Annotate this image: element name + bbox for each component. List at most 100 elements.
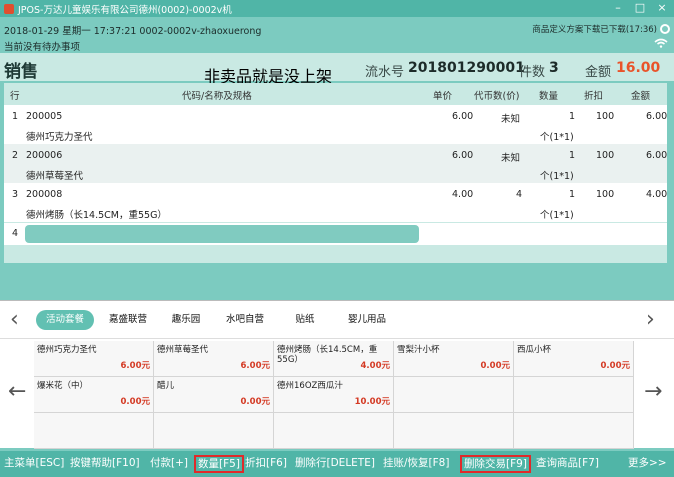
product-name: 德州巧克力圣代 (37, 345, 97, 355)
tab-category-5[interactable]: 贴纸 (282, 310, 328, 330)
col-qty: 数量 (539, 91, 559, 102)
row-code: 200006 (26, 150, 63, 161)
product-name: 德州16OZ西瓜汁 (277, 381, 343, 391)
product-price: 10.00元 (354, 397, 390, 407)
row-no: 4 (12, 228, 19, 239)
category-prev-icon[interactable]: ‹ (10, 307, 19, 332)
product-tile-empty[interactable] (394, 413, 514, 449)
row-price: 6.00 (452, 111, 474, 122)
row-name: 德州巧克力圣代 (26, 132, 93, 143)
product-tile-empty[interactable] (514, 377, 634, 413)
row-discount: 100 (596, 111, 615, 122)
minimize-button[interactable]: – (612, 1, 624, 15)
product-name: 爆米花（中） (37, 381, 89, 391)
hold-resume-button[interactable]: 挂账/恢复[F8] (381, 455, 451, 473)
total-amount-label: 金额 (585, 65, 612, 80)
row-qty: 1 (569, 150, 576, 161)
row-price: 6.00 (452, 150, 474, 161)
product-price: 0.00元 (600, 361, 630, 371)
more-button[interactable]: 更多>> (626, 455, 669, 473)
tab-category-1[interactable]: 活动套餐 (36, 310, 94, 330)
table-row[interactable]: 3 200008 德州烤肠（长14.5CM，重55G） 4.00 4 1 个(1… (4, 183, 667, 222)
product-tile-empty[interactable] (394, 377, 514, 413)
todo-status: 当前没有待办事项 (4, 42, 81, 53)
product-tile[interactable]: 爆米花（中） 0.00元 (34, 377, 154, 413)
info-bar: 2018-01-29 星期一 17:37:21 0002-0002v-zhaox… (0, 17, 674, 53)
sales-header: 销售 非卖品就是没上架 流水号 201801290001 件数 3 金额 16.… (0, 53, 674, 86)
product-price: 0.00元 (120, 397, 150, 407)
sales-table: 行 代码/名称及规格 单价 代币数(价) 数量 折扣 金额 1 200005 德… (4, 83, 667, 263)
row-amount: 6.00 (646, 111, 668, 122)
col-coupon: 代币数(价) (474, 91, 520, 102)
serial-label: 流水号 (365, 65, 405, 80)
tab-category-2[interactable]: 嘉盛联营 (100, 310, 156, 330)
settings-icon[interactable] (660, 24, 670, 34)
help-button[interactable]: 按键帮助[F10] (68, 455, 142, 473)
product-price: 0.00元 (240, 397, 270, 407)
row-code: 200005 (26, 111, 63, 122)
row-code: 200008 (26, 189, 63, 200)
product-price: 4.00元 (360, 361, 390, 371)
product-tile-empty[interactable] (34, 413, 154, 449)
function-key-bar: 主菜单[ESC] 按键帮助[F10] 付款[+] 数量[F5] 折扣[F6] 删… (0, 451, 674, 477)
col-amount: 金额 (631, 91, 651, 102)
tab-category-4[interactable]: 水吧自营 (216, 310, 274, 330)
row-qty: 1 (569, 111, 576, 122)
row-amount: 6.00 (646, 150, 668, 161)
product-next-icon[interactable]: → (644, 379, 662, 404)
row-discount: 100 (596, 150, 615, 161)
payment-button[interactable]: 付款[+] (148, 455, 190, 473)
window-title: JPOS-万达儿童娱乐有限公司德州(0002)-0002v机 (18, 4, 232, 16)
product-name: 德州草莓圣代 (157, 345, 209, 355)
discount-button[interactable]: 折扣[F6] (243, 455, 289, 473)
row-coupon: 未知 (501, 153, 521, 164)
app-logo-icon (4, 3, 14, 14)
product-tile-empty[interactable] (514, 413, 634, 449)
product-tile[interactable]: 雪梨汁小杯 0.00元 (394, 341, 514, 377)
pos-window: JPOS-万达儿童娱乐有限公司德州(0002)-0002v机 – □ × 201… (0, 0, 674, 477)
product-tile[interactable]: 醋儿 0.00元 (154, 377, 274, 413)
sync-text: 商品定义方案下载已下载(17:36) (532, 25, 657, 35)
wifi-icon (654, 38, 668, 48)
product-price: 6.00元 (240, 361, 270, 371)
entry-row[interactable]: 4 (4, 223, 667, 245)
delete-row-button[interactable]: 删除行[DELETE] (293, 455, 377, 473)
row-amount: 4.00 (646, 189, 668, 200)
col-line: 行 (10, 91, 20, 102)
tab-category-3[interactable]: 趣乐园 (160, 310, 212, 330)
row-no: 3 (12, 189, 19, 200)
product-tile-empty[interactable] (274, 413, 394, 449)
item-count: 3 (549, 60, 559, 76)
product-tile[interactable]: 德州巧克力圣代 6.00元 (34, 341, 154, 377)
menu-button[interactable]: 主菜单[ESC] (2, 455, 66, 473)
product-tile[interactable]: 西瓜小杯 0.00元 (514, 341, 634, 377)
product-tile[interactable]: 德州烤肠（长14.5CM，重55G） 4.00元 (274, 341, 394, 377)
category-next-icon[interactable]: › (646, 307, 655, 332)
code-input[interactable] (25, 225, 419, 243)
product-tile-empty[interactable] (154, 413, 274, 449)
row-name: 德州烤肠（长14.5CM，重55G） (26, 210, 167, 221)
col-code-name: 代码/名称及规格 (182, 91, 252, 102)
row-name: 德州草莓圣代 (26, 171, 84, 182)
title-bar: JPOS-万达儿童娱乐有限公司德州(0002)-0002v机 – □ × (0, 0, 674, 17)
row-no: 2 (12, 150, 19, 161)
quantity-button[interactable]: 数量[F5] (194, 455, 244, 473)
product-tile[interactable]: 德州草莓圣代 6.00元 (154, 341, 274, 377)
table-row[interactable]: 2 200006 德州草莓圣代 6.00 未知 1 个(1*1) 100 6.0… (4, 144, 667, 183)
page-title: 销售 (4, 62, 38, 82)
product-name: 西瓜小杯 (517, 345, 552, 355)
row-unit: 个(1*1) (540, 171, 574, 182)
product-prev-icon[interactable]: ← (8, 379, 26, 404)
tab-category-6[interactable]: 婴儿用品 (336, 310, 398, 330)
total-amount: 16.00 (616, 60, 661, 76)
item-count-label: 件数 (519, 65, 546, 80)
table-row[interactable]: 1 200005 德州巧克力圣代 6.00 未知 1 个(1*1) 100 6.… (4, 105, 667, 144)
search-product-button[interactable]: 查询商品[F7] (534, 455, 601, 473)
col-discount: 折扣 (584, 91, 604, 102)
product-tile[interactable]: 德州16OZ西瓜汁 10.00元 (274, 377, 394, 413)
col-price: 单价 (433, 91, 453, 102)
void-transaction-button[interactable]: 删除交易[F9] (460, 455, 531, 473)
close-button[interactable]: × (656, 1, 668, 15)
product-price: 6.00元 (120, 361, 150, 371)
maximize-button[interactable]: □ (634, 1, 646, 15)
